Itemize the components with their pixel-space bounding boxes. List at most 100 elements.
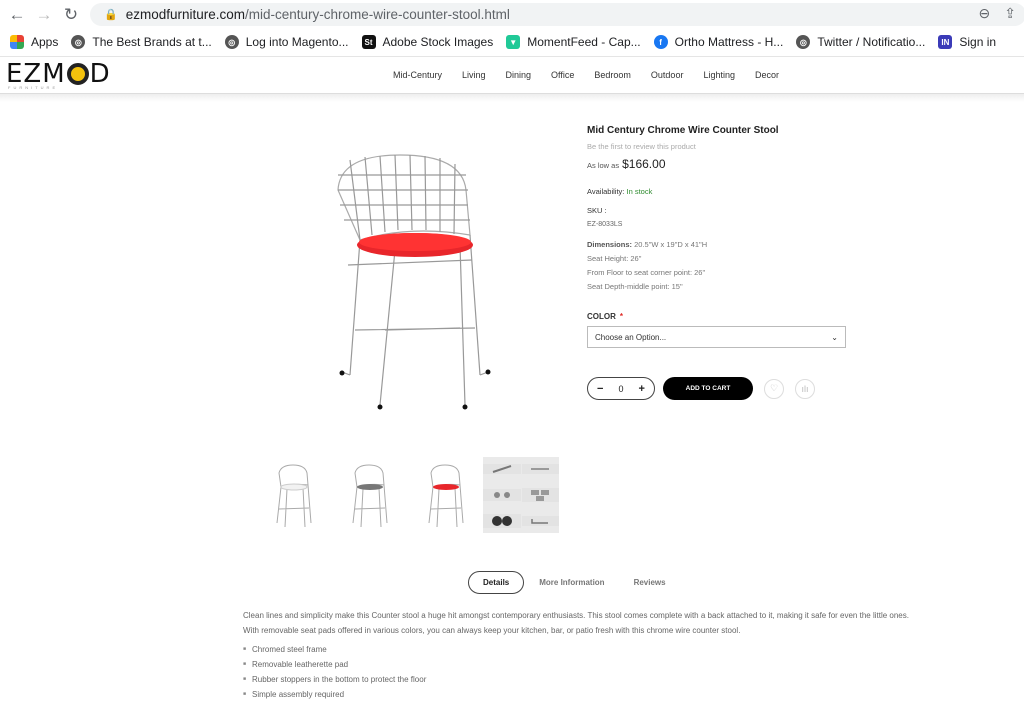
product-specs: Dimensions: 20.5"W x 19"D x 41"H Seat He… <box>587 238 887 294</box>
add-to-cart-row: − 0 + ADD TO CART ♡ ılı <box>587 377 887 400</box>
tab-details[interactable]: Details <box>468 571 525 594</box>
nav-dining[interactable]: Dining <box>506 70 532 80</box>
site-header: EZM D FURNITURE Mid-Century Living Dining… <box>0 56 1024 94</box>
thumbnail-gallery <box>255 457 559 533</box>
product-tabs: Details More Information Reviews <box>468 571 666 594</box>
bookmark-apps[interactable]: Apps <box>10 35 58 49</box>
dimensions-value: 20.5"W x 19"D x 41"H <box>634 240 708 249</box>
color-label-text: COLOR <box>587 312 616 321</box>
thumbnail-white-seat[interactable] <box>255 457 331 533</box>
availability: Availability: In stock <box>587 187 887 196</box>
nav-bedroom[interactable]: Bedroom <box>594 70 631 80</box>
globe-icon: ◎ <box>71 35 86 49</box>
compare-chart-icon[interactable]: ılı <box>795 378 815 399</box>
nav-decor[interactable]: Decor <box>755 70 779 80</box>
product-main-image[interactable] <box>320 150 500 430</box>
cap-part-icon <box>483 488 521 501</box>
qty-decrease-button[interactable]: − <box>597 383 603 395</box>
spec-dimensions: Dimensions: 20.5"W x 19"D x 41"H <box>587 238 887 252</box>
wishlist-heart-icon[interactable]: ♡ <box>764 378 784 399</box>
chevron-down-icon: ⌄ <box>831 332 838 342</box>
bookmark-adobe-stock[interactable]: St Adobe Stock Images <box>361 35 494 49</box>
forward-arrow-icon[interactable]: → <box>33 4 55 26</box>
color-select[interactable]: Choose an Option... ⌄ <box>587 326 846 348</box>
thumbnail-red-seat[interactable] <box>407 457 483 533</box>
bookmark-label: Apps <box>31 35 59 49</box>
momentfeed-icon: ▼ <box>506 35 521 49</box>
bookmark-label: Log into Magento... <box>245 35 349 49</box>
required-mark: * <box>619 312 624 321</box>
adobe-stock-icon: St <box>361 35 376 49</box>
price-row: As low as $166.00 <box>587 157 887 171</box>
header-divider <box>0 94 1024 102</box>
review-link[interactable]: Be the first to review this product <box>587 142 887 151</box>
back-arrow-icon[interactable]: ← <box>6 4 28 26</box>
product-info: Mid Century Chrome Wire Counter Stool Be… <box>587 125 887 400</box>
feature-item: Chromed steel frame <box>243 642 426 657</box>
bookmark-sign-in[interactable]: IN Sign in <box>938 35 996 49</box>
qty-value[interactable]: 0 <box>618 384 623 394</box>
bookmark-label: Adobe Stock Images <box>382 35 494 49</box>
nav-outdoor[interactable]: Outdoor <box>651 70 684 80</box>
product-description: Clean lines and simplicity make this Cou… <box>243 611 909 635</box>
color-select-value: Choose an Option... <box>595 332 667 342</box>
feature-item: Rubber stoppers in the bottom to protect… <box>243 672 426 687</box>
bookmark-momentfeed[interactable]: ▼ MomentFeed - Cap... <box>506 35 641 49</box>
stopper-part-icon <box>521 487 559 502</box>
bookmark-label: MomentFeed - Cap... <box>527 35 641 49</box>
zoom-icon[interactable]: ⊖ <box>979 5 991 22</box>
nav-office[interactable]: Office <box>551 70 574 80</box>
bolt-part-icon <box>521 464 559 475</box>
share-icon[interactable]: ⇪ <box>1004 5 1016 22</box>
bookmark-label: The Best Brands at t... <box>92 35 212 49</box>
spec-floor-to-seat: From Floor to seat corner point: 26" <box>587 268 706 277</box>
stock-status: In stock <box>626 187 653 196</box>
nav-living[interactable]: Living <box>462 70 486 80</box>
tab-reviews[interactable]: Reviews <box>634 578 666 587</box>
spec-seat-height: Seat Height: 26" <box>587 254 642 263</box>
globe-icon: ◎ <box>224 35 239 49</box>
qty-increase-button[interactable]: + <box>639 383 645 395</box>
product-price: $166.00 <box>622 157 666 171</box>
pad-part-icon <box>483 513 521 528</box>
logo-subtitle: FURNITURE <box>8 85 59 90</box>
bookmark-twitter[interactable]: ◎ Twitter / Notificatio... <box>796 35 925 49</box>
signin-icon: IN <box>938 35 953 49</box>
reload-icon[interactable]: ↻ <box>60 4 82 26</box>
bookmarks-bar: Apps ◎ The Best Brands at t... ◎ Log int… <box>0 30 1024 54</box>
main-navigation: Mid-Century Living Dining Office Bedroom… <box>393 70 779 80</box>
bookmark-label: Twitter / Notificatio... <box>817 35 926 49</box>
availability-label: Availability: <box>587 187 625 196</box>
tab-more-information[interactable]: More Information <box>539 578 604 587</box>
bookmark-magento[interactable]: ◎ Log into Magento... <box>224 35 349 49</box>
address-bar[interactable]: 🔒 ezmodfurniture.com/mid-century-chrome-… <box>90 3 1024 26</box>
bookmark-label: Sign in <box>959 35 997 49</box>
bookmark-label: Ortho Mattress - H... <box>674 35 784 49</box>
thumbnail-gray-seat[interactable] <box>331 457 407 533</box>
apps-grid-icon <box>10 35 24 49</box>
thumbnail-hardware-parts[interactable] <box>483 457 559 533</box>
dimensions-label: Dimensions: <box>587 240 633 249</box>
spec-seat-depth: Seat Depth-middle point: 15" <box>587 282 683 291</box>
price-label: As low as <box>587 161 620 170</box>
quantity-stepper: − 0 + <box>587 377 655 400</box>
lamp-logo-icon <box>66 63 89 85</box>
url-domain: ezmodfurniture.com <box>125 7 246 22</box>
feature-item: Removable leatherette pad <box>243 657 426 672</box>
allen-key-part-icon <box>521 515 559 526</box>
browser-toolbar: ← → ↻ 🔒 ezmodfurniture.com/mid-century-c… <box>0 0 1024 29</box>
bookmark-best-brands[interactable]: ◎ The Best Brands at t... <box>71 35 212 49</box>
wrench-part-icon <box>483 464 521 475</box>
feature-list: Chromed steel frame Removable leatherett… <box>243 642 426 702</box>
product-title: Mid Century Chrome Wire Counter Stool <box>587 125 779 136</box>
bookmark-ortho-mattress[interactable]: f Ortho Mattress - H... <box>653 35 784 49</box>
feature-item: Simple assembly required <box>243 687 426 702</box>
add-to-cart-button[interactable]: ADD TO CART <box>663 377 753 400</box>
color-option-label: COLOR * <box>587 312 887 321</box>
nav-mid-century[interactable]: Mid-Century <box>393 70 442 80</box>
url-path: /mid-century-chrome-wire-counter-stool.h… <box>245 7 510 22</box>
globe-icon: ◎ <box>796 35 811 49</box>
sku-value: EZ-8033LS <box>587 221 623 228</box>
sku-label: SKU : <box>587 206 607 215</box>
nav-lighting[interactable]: Lighting <box>703 70 735 80</box>
